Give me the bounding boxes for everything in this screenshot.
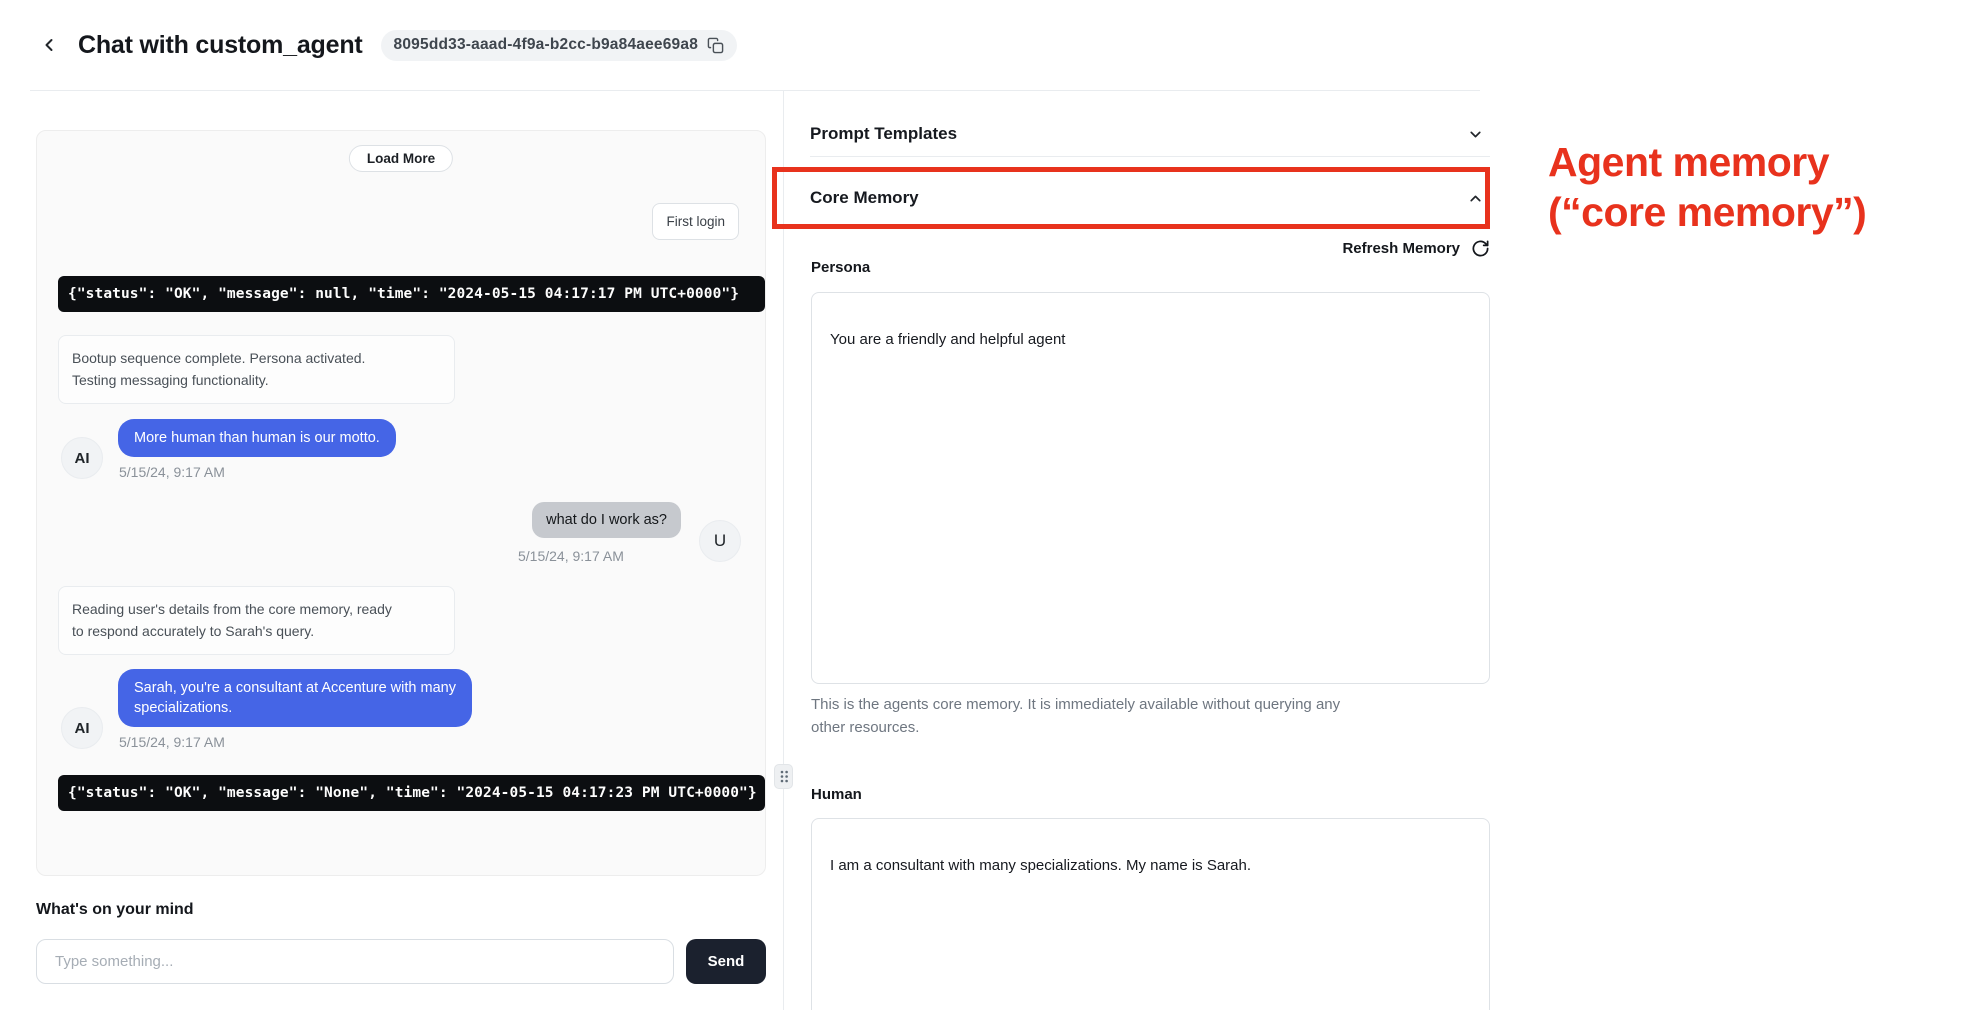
- user-avatar: U: [699, 520, 741, 562]
- chat-message-panel: Load More First login {"status": "OK", "…: [36, 130, 766, 876]
- prompt-templates-label: Prompt Templates: [810, 124, 957, 144]
- panel-resize-handle[interactable]: [774, 764, 793, 789]
- human-label: Human: [811, 786, 862, 803]
- message-input[interactable]: [36, 939, 674, 984]
- message-timestamp: 5/15/24, 9:17 AM: [119, 464, 225, 480]
- core-memory-label: Core Memory: [810, 188, 919, 208]
- drag-dots-icon: [779, 769, 789, 784]
- persona-textarea[interactable]: You are a friendly and helpful agent: [811, 292, 1490, 684]
- back-button[interactable]: [32, 28, 66, 62]
- core-memory-description: This is the agents core memory. It is im…: [811, 694, 1461, 739]
- persona-label: Persona: [811, 259, 870, 276]
- copy-icon[interactable]: [707, 37, 724, 54]
- ai-message-bubble: Sarah, you're a consultant at Accenture …: [118, 669, 472, 727]
- annotation-label: Agent memory (“core memory”): [1548, 137, 1866, 237]
- panel-divider: [783, 91, 784, 1010]
- message-timestamp: 5/15/24, 9:17 AM: [518, 548, 624, 564]
- ai-avatar: AI: [61, 707, 103, 749]
- core-memory-section-header[interactable]: Core Memory: [810, 173, 1490, 223]
- page-title: Chat with custom_agent: [78, 31, 363, 60]
- status-json-message: {"status": "OK", "message": null, "time"…: [58, 276, 765, 312]
- agent-id-value: 8095dd33-aaad-4f9a-b2cc-b9a84aee69a8: [394, 36, 698, 54]
- status-json-message: {"status": "OK", "message": "None", "tim…: [58, 775, 765, 811]
- composer-label: What's on your mind: [36, 901, 194, 919]
- annotation-line-1: Agent memory: [1548, 137, 1866, 187]
- chevron-left-icon: [39, 35, 59, 55]
- annotation-line-2: (“core memory”): [1548, 187, 1866, 237]
- prompt-templates-section-header[interactable]: Prompt Templates: [810, 112, 1490, 157]
- app-window: Chat with custom_agent 8095dd33-aaad-4f9…: [0, 0, 1986, 1010]
- refresh-memory-label: Refresh Memory: [1342, 240, 1460, 257]
- chevron-down-icon: [1467, 126, 1484, 143]
- system-message: Bootup sequence complete. Persona activa…: [58, 335, 455, 404]
- send-button[interactable]: Send: [686, 939, 766, 984]
- chevron-up-icon: [1467, 190, 1484, 207]
- refresh-memory-button[interactable]: Refresh Memory: [810, 236, 1490, 260]
- system-message: Reading user's details from the core mem…: [58, 586, 455, 655]
- header: Chat with custom_agent 8095dd33-aaad-4f9…: [30, 0, 1480, 91]
- message-timestamp: 5/15/24, 9:17 AM: [119, 734, 225, 750]
- human-textarea[interactable]: I am a consultant with many specializati…: [811, 818, 1490, 1010]
- load-more-button[interactable]: Load More: [349, 145, 453, 172]
- agent-id-badge: 8095dd33-aaad-4f9a-b2cc-b9a84aee69a8: [381, 30, 737, 61]
- ai-avatar: AI: [61, 437, 103, 479]
- user-message-bubble: what do I work as?: [532, 502, 681, 538]
- first-login-badge: First login: [652, 203, 739, 240]
- refresh-icon: [1471, 239, 1490, 258]
- ai-message-bubble: More human than human is our motto.: [118, 419, 396, 457]
